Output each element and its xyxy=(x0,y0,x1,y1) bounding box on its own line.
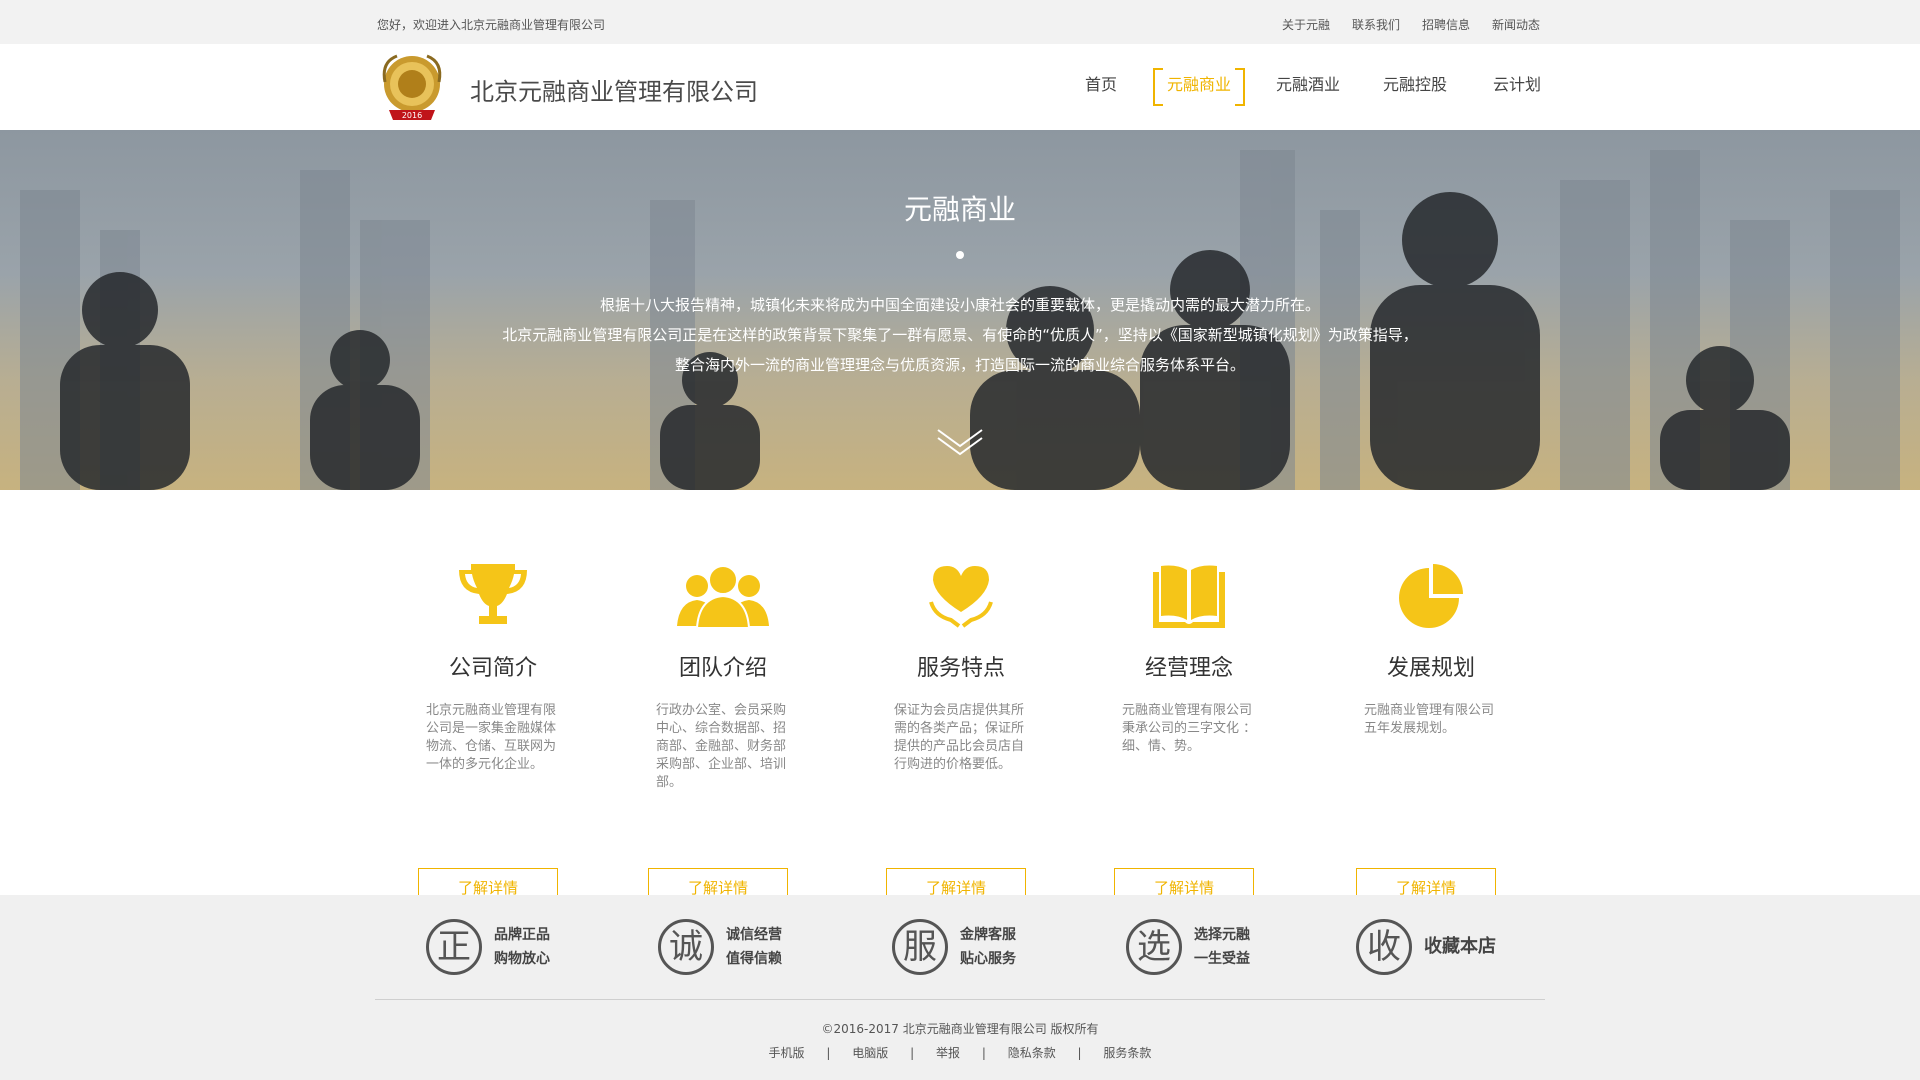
feature-description: 元融商业管理有限公司秉承公司的三字文化 ：细、情、势。 xyxy=(1122,703,1257,754)
promise-line-2: 购物放心 xyxy=(494,951,550,967)
company-name: 北京元融商业管理有限公司 xyxy=(470,78,758,106)
feature-development-plan: 发展规划 元融商业管理有限公司五年发展规划。 了解详情 xyxy=(1356,560,1506,908)
bookmark-icon: 收 xyxy=(1356,919,1412,975)
choose-icon: 选 xyxy=(1126,919,1182,975)
hero-description: 根据十八大报告精神，城镇化未来将成为中国全面建设小康社会的重要载体，更是撬动内需… xyxy=(0,290,1920,380)
feature-description: 行政办公室、会员采购中心、综合数据部、招商部、金融部、财务部采购部、企业部、培训… xyxy=(656,703,787,790)
promise-text: 金牌客服 贴心服务 xyxy=(960,923,1016,971)
book-icon xyxy=(1149,560,1229,632)
trophy-icon xyxy=(453,560,533,632)
footer-separator: | xyxy=(1077,1046,1082,1060)
feature-company-intro: 公司简介 北京元融商业管理有限公司是一家集金融媒体物流、仓储、互联网为一体的多元… xyxy=(418,560,568,908)
site-footer: 正 品牌正品 购物放心 诚 诚信经营 值得信赖 服 金牌客服 贴心服务 选 选择… xyxy=(0,895,1920,1080)
nav-item-liquor[interactable]: 元融酒业 xyxy=(1274,68,1342,102)
logo-badge-icon[interactable]: 2016 xyxy=(379,52,445,124)
pie-chart-icon xyxy=(1391,560,1471,632)
bookmark-store-button[interactable]: 收 收藏本店 xyxy=(1356,919,1496,975)
feature-philosophy: 经营理念 元融商业管理有限公司秉承公司的三字文化 ：细、情、势。 了解详情 xyxy=(1114,560,1264,908)
welcome-text: 您好，欢迎进入北京元融商业管理有限公司 xyxy=(377,18,606,32)
top-link-contact[interactable]: 联系我们 xyxy=(1352,16,1400,33)
feature-team-intro: 团队介绍 行政办公室、会员采购中心、综合数据部、招商部、金融部、财务部采购部、企… xyxy=(648,560,798,908)
team-icon xyxy=(677,560,769,632)
promise-text: 选择元融 一生受益 xyxy=(1194,923,1250,971)
footer-link-desktop[interactable]: 电脑版 xyxy=(852,1046,888,1060)
promise-line-2: 贴心服务 xyxy=(960,951,1016,967)
hero-divider-dot xyxy=(956,251,964,259)
feature-title: 发展规划 xyxy=(1386,656,1475,681)
nav-item-cloud-plan[interactable]: 云计划 xyxy=(1492,68,1542,102)
genuine-icon: 正 xyxy=(426,919,482,975)
footer-link-mobile[interactable]: 手机版 xyxy=(769,1046,805,1060)
logo-year: 2016 xyxy=(402,111,422,120)
bookmark-label: 收藏本店 xyxy=(1424,936,1496,957)
promise-text: 品牌正品 购物放心 xyxy=(494,923,550,971)
hero-line-2: 北京元融商业管理有限公司正是在这样的政策背景下聚集了一群有愿景、有使命的“优质人… xyxy=(502,326,1418,344)
hero-line-1: 根据十八大报告精神，城镇化未来将成为中国全面建设小康社会的重要载体，更是撬动内需… xyxy=(599,296,1320,314)
promise-line-2: 值得信赖 xyxy=(726,951,782,967)
copyright-text: ©2016-2017 北京元融商业管理有限公司 版权所有 xyxy=(821,1022,1099,1036)
promise-service: 服 金牌客服 贴心服务 xyxy=(892,919,1016,975)
feature-title: 服务特点 xyxy=(916,656,1005,681)
nav-item-holdings[interactable]: 元融控股 xyxy=(1381,68,1449,102)
features-section: 公司简介 北京元融商业管理有限公司是一家集金融媒体物流、仓储、互联网为一体的多元… xyxy=(0,490,1920,908)
feature-description: 北京元融商业管理有限公司是一家集金融媒体物流、仓储、互联网为一体的多元化企业。 xyxy=(426,703,557,772)
hero-banner: 元融商业 根据十八大报告精神，城镇化未来将成为中国全面建设小康社会的重要载体，更… xyxy=(0,130,1920,490)
promise-line-1: 金牌客服 xyxy=(960,927,1016,943)
promise-choose: 选 选择元融 一生受益 xyxy=(1126,919,1250,975)
promise-line-1: 品牌正品 xyxy=(494,927,550,943)
hero-title: 元融商业 xyxy=(903,193,1016,226)
footer-separator: | xyxy=(981,1046,986,1060)
footer-link-privacy[interactable]: 隐私条款 xyxy=(1008,1046,1056,1060)
feature-service: 服务特点 保证为会员店提供其所需的各类产品；保证所提供的产品比会员店自行购进的价… xyxy=(886,560,1036,908)
promise-line-1: 选择元融 xyxy=(1194,927,1250,943)
nav-item-home[interactable]: 首页 xyxy=(1084,68,1118,102)
top-link-about[interactable]: 关于元融 xyxy=(1282,16,1330,33)
integrity-icon: 诚 xyxy=(658,919,714,975)
footer-links: 手机版 | 电脑版 | 举报 | 隐私条款 | 服务条款 xyxy=(0,1044,1920,1061)
top-bar: 您好，欢迎进入北京元融商业管理有限公司 关于元融 联系我们 招聘信息 新闻动态 xyxy=(0,0,1920,44)
footer-link-terms[interactable]: 服务条款 xyxy=(1103,1046,1151,1060)
feature-description: 元融商业管理有限公司五年发展规划。 xyxy=(1364,703,1495,736)
footer-separator: | xyxy=(826,1046,831,1060)
footer-divider xyxy=(375,999,1545,1000)
promise-integrity: 诚 诚信经营 值得信赖 xyxy=(658,919,782,975)
top-link-jobs[interactable]: 招聘信息 xyxy=(1422,16,1470,33)
heart-hand-icon xyxy=(921,560,1001,632)
top-link-news[interactable]: 新闻动态 xyxy=(1492,16,1540,33)
promise-text: 诚信经营 值得信赖 xyxy=(726,923,782,971)
footer-separator: | xyxy=(910,1046,915,1060)
nav-item-commerce[interactable]: 元融商业 xyxy=(1153,68,1245,106)
footer-link-report[interactable]: 举报 xyxy=(936,1046,960,1060)
promise-genuine: 正 品牌正品 购物放心 xyxy=(426,919,550,975)
promise-line-1: 诚信经营 xyxy=(726,927,782,943)
service-icon: 服 xyxy=(892,919,948,975)
site-header: 2016 北京元融商业管理有限公司 首页 元融商业 元融酒业 元融控股 云计划 xyxy=(0,44,1920,130)
feature-description: 保证为会员店提供其所需的各类产品；保证所提供的产品比会员店自行购进的价格要低。 xyxy=(894,703,1025,772)
feature-title: 团队介绍 xyxy=(678,656,767,681)
hero-line-3: 整合海内外一流的商业管理理念与优质资源，打造国际一流的商业综合服务体系平台。 xyxy=(674,356,1245,374)
promise-line-2: 一生受益 xyxy=(1194,951,1250,967)
scroll-down-chevron-icon[interactable] xyxy=(936,426,984,456)
top-links: 关于元融 联系我们 招聘信息 新闻动态 xyxy=(1282,16,1540,33)
feature-title: 经营理念 xyxy=(1144,656,1233,681)
feature-title: 公司简介 xyxy=(448,656,537,681)
